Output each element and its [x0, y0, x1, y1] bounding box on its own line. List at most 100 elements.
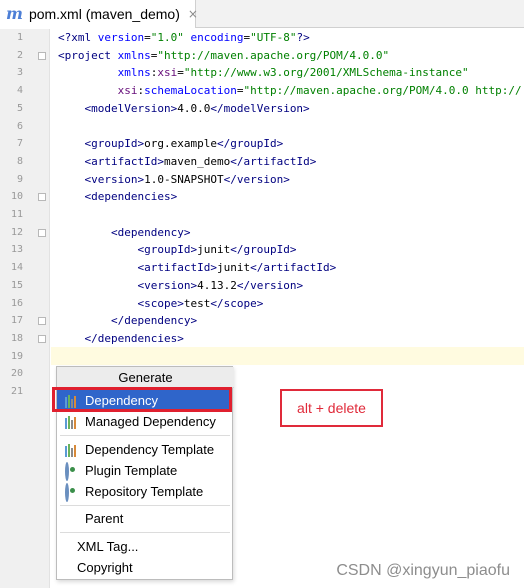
code-token: <scope> — [137, 296, 184, 310]
plugin-icon — [65, 482, 79, 502]
code-line: xmlns:xsi="http://www.w3.org/2001/XMLSch… — [58, 64, 469, 82]
code-line: <dependencies> — [58, 188, 178, 206]
annotation-callout: alt + delete — [280, 389, 383, 427]
code-token: "1.0" — [150, 31, 184, 44]
code-token: </scope> — [210, 296, 264, 310]
menu-item-copyright[interactable]: Copyright — [57, 557, 232, 578]
code-line: <scope>test</scope> — [58, 295, 263, 313]
code-token: </dependency> — [110, 314, 198, 328]
menu-item-xml-tag[interactable]: XML Tag... — [57, 536, 232, 557]
code-token: <groupId> — [137, 243, 198, 257]
menu-item-label: Plugin Template — [85, 463, 178, 478]
code-line: </dependency> — [58, 312, 197, 330]
code-token: <artifactId> — [137, 261, 217, 275]
code-token: "UTF-8" — [250, 31, 297, 44]
tab-label: pom.xml (maven_demo) — [28, 6, 180, 22]
code-line: xsi:schemaLocation="http://maven.apache.… — [58, 82, 522, 100]
code-line: <modelVersion>4.0.0</modelVersion> — [58, 100, 310, 118]
code-token: </modelVersion> — [210, 101, 310, 115]
code-token: xsi — [157, 66, 178, 80]
tab-pom-xml[interactable]: m pom.xml (maven_demo) × — [0, 0, 198, 28]
menu-item-managed-dependency[interactable]: Managed Dependency — [57, 411, 232, 432]
code-line: <artifactId>maven_demo</artifactId> — [58, 153, 317, 171]
code-line: </dependencies> — [58, 330, 184, 348]
code-token: </groupId> — [216, 137, 284, 151]
code-token: <project — [58, 48, 118, 62]
code-token: schemaLocation — [144, 84, 237, 98]
code-token: maven_demo — [163, 154, 231, 168]
code-token: junit — [216, 261, 251, 275]
code-token: <dependencies> — [84, 190, 178, 204]
code-line: <?xml version="1.0" encoding="UTF-8"?> — [58, 29, 310, 47]
plugin-icon — [65, 461, 79, 481]
code-token: encoding — [183, 31, 244, 44]
close-icon[interactable]: × — [188, 7, 198, 21]
code-token: org.example — [144, 137, 217, 151]
code-token: = — [177, 66, 184, 80]
dependency-bars-icon — [65, 443, 79, 457]
menu-item-label: Copyright — [77, 560, 133, 575]
code-token: 4.0.0 — [177, 101, 211, 115]
highlight-box — [52, 387, 232, 412]
menu-item-parent[interactable]: Parent — [57, 508, 232, 529]
menu-item-dependency-template[interactable]: Dependency Template — [57, 439, 232, 460]
code-line: <groupId>junit</groupId> — [58, 241, 296, 259]
code-line: <version>1.0-SNAPSHOT</version> — [58, 171, 290, 189]
code-token: ?> — [296, 31, 310, 44]
parent-pom-icon — [65, 512, 79, 526]
menu-item-repository-template[interactable]: Repository Template — [57, 481, 232, 502]
code-token: </version> — [236, 278, 304, 292]
code-token: </version> — [223, 172, 290, 186]
editor-tab-bar: m pom.xml (maven_demo) × — [0, 0, 524, 28]
menu-item-label: Parent — [85, 511, 124, 526]
code-token: </dependencies> — [84, 331, 184, 345]
menu-item-label: XML Tag... — [77, 539, 139, 554]
maven-m-icon: m — [6, 4, 23, 23]
code-line: <artifactId>junit</artifactId> — [58, 259, 336, 277]
code-line: <dependency> — [58, 224, 190, 242]
code-token: </artifactId> — [230, 154, 317, 168]
code-token: xmlns — [117, 48, 151, 62]
code-token: <version> — [137, 278, 198, 292]
menu-item-label: Repository Template — [85, 484, 204, 499]
code-token: <dependency> — [110, 225, 191, 239]
code-token: xsi — [117, 84, 138, 98]
popup-title: Generate — [57, 367, 234, 388]
code-token: <?xml — [58, 31, 98, 44]
code-token: 1.0-SNAPSHOT — [144, 172, 224, 186]
code-token: </artifactId> — [250, 261, 337, 275]
menu-separator — [60, 532, 230, 533]
menu-item-plugin-template[interactable]: Plugin Template — [57, 460, 232, 481]
code-token: test — [183, 296, 211, 310]
code-token: "http://maven.apache.org/POM/4.0.0" — [157, 48, 390, 62]
code-token: "http://www.w3.org/2001/XMLSchema-instan… — [183, 66, 469, 80]
menu-separator — [60, 435, 230, 436]
code-token: junit — [197, 243, 231, 257]
code-token: = — [144, 31, 151, 44]
code-token: 4.13.2 — [197, 278, 237, 292]
menu-item-label: Dependency Template — [85, 442, 215, 457]
dependency-bars-icon — [65, 415, 79, 429]
current-line-highlight — [51, 347, 524, 365]
code-line: <project xmlns="http://maven.apache.org/… — [58, 47, 389, 65]
code-line: <version>4.13.2</version> — [58, 277, 303, 295]
code-token: xmlns — [117, 66, 151, 80]
code-token: version — [97, 31, 145, 44]
code-token: <artifactId> — [84, 154, 164, 168]
watermark: CSDN @xingyun_piaofu — [336, 562, 510, 579]
code-token: <groupId> — [84, 137, 145, 151]
